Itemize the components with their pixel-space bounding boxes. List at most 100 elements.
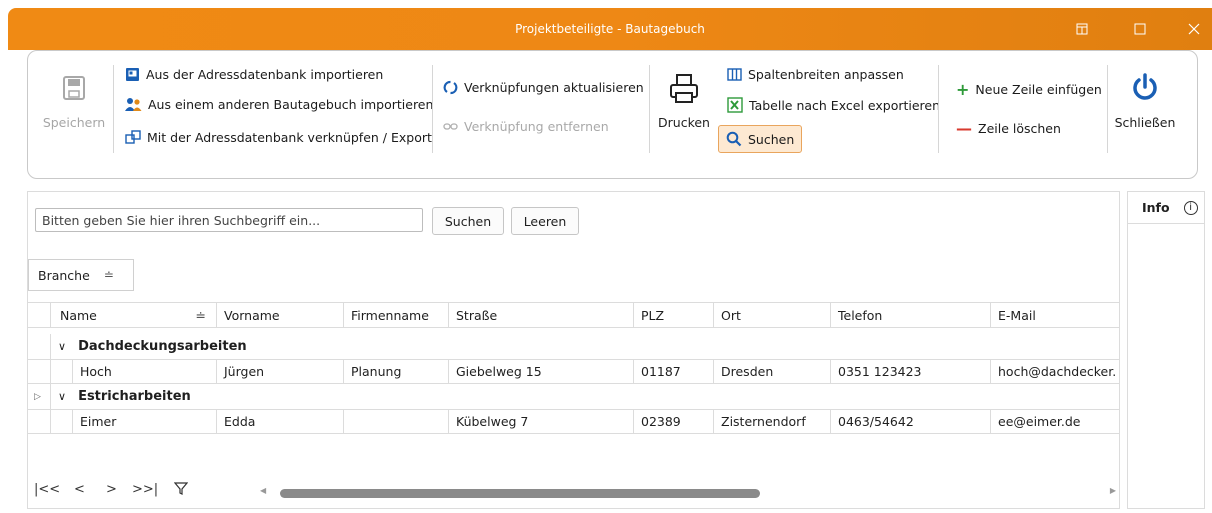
cell-strasse[interactable]: Kübelweg 7 — [448, 410, 633, 433]
delete-row-button[interactable]: — Zeile löschen — [956, 119, 1061, 138]
cell-vorname[interactable]: Jürgen — [216, 360, 343, 383]
cell-telefon[interactable]: 0463/54642 — [830, 410, 990, 433]
sort-icon: ≐ — [195, 307, 206, 323]
chevron-down-icon[interactable]: ∨ — [58, 390, 66, 403]
search-icon — [726, 131, 742, 147]
column-header-firmenname[interactable]: Firmenname — [343, 303, 448, 327]
column-header-vorname[interactable]: Vorname — [216, 303, 343, 327]
separator — [649, 65, 650, 153]
column-header-plz[interactable]: PLZ — [633, 303, 713, 327]
clear-button[interactable]: Leeren — [511, 207, 579, 235]
column-header-strasse[interactable]: Straße — [448, 303, 633, 327]
cell-email[interactable]: ee@eimer.de — [990, 410, 1119, 433]
column-header-email[interactable]: E-Mail — [990, 303, 1119, 327]
cell-email[interactable]: hoch@dachdecker. — [990, 360, 1119, 383]
export-excel-label: Tabelle nach Excel exportieren — [749, 97, 941, 113]
info-label: Info — [1142, 200, 1170, 215]
cell-name[interactable]: Eimer — [72, 410, 216, 433]
close-button[interactable]: Schließen — [1112, 73, 1178, 130]
filter-icon[interactable] — [173, 482, 189, 499]
scroll-right-icon[interactable]: ▶ — [1110, 486, 1116, 495]
cell-vorname[interactable]: Edda — [216, 410, 343, 433]
group-label: Dachdeckungsarbeiten — [78, 339, 247, 354]
refresh-links-button[interactable]: Verknüpfungen aktualisieren — [443, 80, 644, 95]
print-button[interactable]: Drucken — [656, 73, 712, 130]
chevron-down-icon[interactable]: ∨ — [58, 340, 66, 353]
next-page-icon[interactable]: > — [106, 482, 117, 497]
remove-link-label: Verknüpfung entfernen — [464, 119, 609, 134]
info-panel: Info i — [1127, 191, 1205, 509]
insert-row-label: Neue Zeile einfügen — [975, 82, 1102, 97]
link-export-label: Mit der Adressdatenbank verknüpfen / Exp… — [147, 130, 432, 145]
column-header-name[interactable]: Name ≐ — [50, 303, 216, 327]
refresh-links-label: Verknüpfungen aktualisieren — [464, 80, 644, 95]
cell-plz[interactable]: 01187 — [633, 360, 713, 383]
group-by-chip[interactable]: Branche ≐ — [28, 259, 134, 291]
group-row[interactable]: ▷ ∨ Estricharbeiten — [28, 384, 1119, 410]
delete-row-label: Zeile löschen — [978, 121, 1061, 136]
table-header: Name ≐ Vorname Firmenname Straße PLZ Ort… — [28, 302, 1119, 328]
insert-row-button[interactable]: + Neue Zeile einfügen — [956, 80, 1102, 99]
link-export-icon — [125, 130, 141, 144]
cell-telefon[interactable]: 0351 123423 — [830, 360, 990, 383]
import-other-diary-label: Aus einem anderen Bautagebuch importiere… — [148, 97, 434, 112]
unlink-icon — [443, 123, 458, 130]
address-book-icon — [126, 68, 139, 81]
plus-icon: + — [956, 80, 970, 99]
import-address-db-button[interactable]: Aus der Adressdatenbank importieren — [125, 67, 383, 82]
group-label: Estricharbeiten — [78, 389, 191, 404]
cell-name[interactable]: Hoch — [72, 360, 216, 383]
previous-page-icon[interactable]: < — [74, 482, 85, 497]
row-indicator-icon: ▷ — [34, 391, 41, 402]
restore-icon[interactable] — [1071, 18, 1093, 40]
title-bar: Projektbeteiligte - Bautagebuch — [8, 8, 1212, 50]
first-page-icon[interactable]: |<< — [34, 482, 60, 497]
minus-icon: — — [956, 119, 972, 138]
search-input[interactable] — [35, 208, 423, 232]
cell-plz[interactable]: 02389 — [633, 410, 713, 433]
separator — [432, 65, 433, 153]
scrollbar-thumb[interactable] — [280, 489, 760, 498]
cell-firmenname[interactable]: Planung — [343, 360, 448, 383]
excel-icon — [727, 97, 743, 113]
search-button[interactable]: Suchen — [432, 207, 504, 235]
import-address-db-label: Aus der Adressdatenbank importieren — [146, 67, 384, 82]
horizontal-scrollbar[interactable]: ◀ ▶ — [260, 486, 1118, 498]
last-page-icon[interactable]: >>| — [132, 482, 158, 497]
separator — [113, 65, 114, 153]
column-header-telefon[interactable]: Telefon — [830, 303, 990, 327]
maximize-icon[interactable] — [1129, 18, 1151, 40]
save-button[interactable]: Speichern — [42, 75, 106, 130]
group-row[interactable]: ∨ Dachdeckungsarbeiten — [28, 334, 1119, 360]
import-other-diary-button[interactable]: Aus einem anderen Bautagebuch importiere… — [125, 97, 433, 112]
cell-ort[interactable]: Dresden — [713, 360, 830, 383]
separator — [1107, 65, 1108, 153]
columns-icon — [727, 68, 742, 81]
link-export-button[interactable]: Mit der Adressdatenbank verknüpfen / Exp… — [125, 130, 432, 145]
table-row[interactable]: Hoch Jürgen Planung Giebelweg 15 01187 D… — [28, 360, 1119, 384]
users-icon — [125, 98, 142, 111]
cell-firmenname[interactable] — [343, 410, 448, 433]
floppy-disk-icon — [42, 75, 106, 101]
search-ribbon-label: Suchen — [748, 131, 795, 147]
export-excel-button[interactable]: Tabelle nach Excel exportieren — [727, 97, 940, 113]
scroll-left-icon[interactable]: ◀ — [260, 486, 266, 495]
group-by-label: Branche — [38, 267, 90, 283]
refresh-icon — [443, 80, 458, 95]
info-header[interactable]: Info i — [1128, 192, 1204, 224]
remove-link-button[interactable]: Verknüpfung entfernen — [443, 119, 609, 134]
print-label: Drucken — [658, 115, 710, 130]
power-icon — [1112, 73, 1178, 103]
search-ribbon-button[interactable]: Suchen — [718, 125, 803, 153]
column-header-ort[interactable]: Ort — [713, 303, 830, 327]
fit-columns-button[interactable]: Spaltenbreiten anpassen — [727, 67, 904, 82]
cell-strasse[interactable]: Giebelweg 15 — [448, 360, 633, 383]
ribbon: Speichern Aus der Adressdatenbank import… — [27, 50, 1198, 179]
printer-icon — [656, 73, 712, 105]
close-label: Schließen — [1114, 115, 1176, 130]
navigation-bar: |<< < > >>| ◀ ▶ — [28, 474, 1119, 508]
table-row[interactable]: Eimer Edda Kübelweg 7 02389 Zisternendor… — [28, 410, 1119, 434]
info-icon[interactable]: i — [1183, 200, 1198, 215]
close-window-icon[interactable] — [1183, 18, 1205, 40]
cell-ort[interactable]: Zisternendorf — [713, 410, 830, 433]
